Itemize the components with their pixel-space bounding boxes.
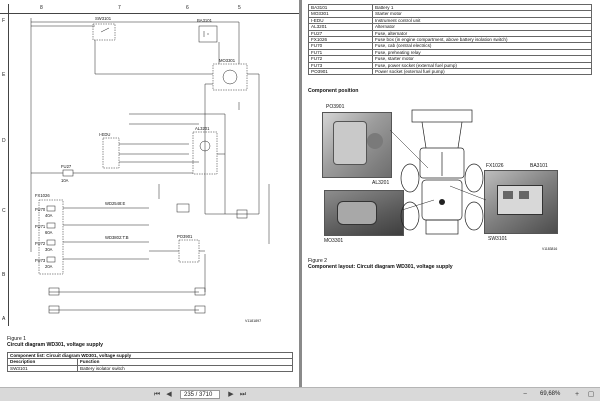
ba3101-label: BA3101 — [197, 18, 213, 23]
left-page: 8 7 6 5 F E D C B A SW3101 BA3101 MO3301… — [0, 0, 299, 387]
iedu-label: I-EDU — [99, 132, 110, 137]
component-list-table: Component list: Circuit diagram WD301, v… — [7, 351, 293, 373]
table-row: SW3101 Battery isolator switch — [7, 364, 293, 373]
table-cell: SW3101 — [7, 364, 78, 373]
fu71-label: FU71 — [35, 224, 46, 229]
first-page-button[interactable]: ⏮ — [152, 390, 162, 399]
fu27-label: FU27 — [61, 164, 72, 169]
row-label: A — [2, 316, 6, 322]
fit-page-icon[interactable]: ▢ — [586, 390, 596, 399]
mo3301-label: MO3301 — [219, 58, 236, 63]
label-po3901: PO3901 — [326, 104, 345, 110]
label-ba3101: BA3101 — [530, 163, 548, 169]
column-reference-bar: 8 7 6 5 — [0, 4, 299, 14]
row-label: D — [2, 138, 6, 144]
figure-1-caption: Figure 1 Circuit diagram WD301, voltage … — [7, 336, 103, 348]
right-page: BA3101 Battery 1 MO3301 Starter motor I-EDU I… — [302, 0, 600, 387]
row-label: C — [2, 208, 6, 214]
fu70-rating: 40A — [45, 213, 53, 218]
column-label: 8 — [40, 5, 43, 11]
last-page-button[interactable]: ⏭ — [238, 390, 248, 399]
po3901-label: PO3901 — [177, 234, 193, 239]
zoom-level[interactable]: 69,68% — [540, 390, 560, 399]
figure-title: Component layout: Circuit diagram WD301,… — [308, 264, 453, 270]
circuit-diagram: SW3101 BA3101 MO3301 I-EDU AL3201 FU27 1… — [30, 16, 270, 323]
fx1026-label: FX1026 — [35, 193, 50, 198]
table-cell: Battery isolator switch — [77, 364, 293, 373]
wd3802-label: WD3802:T:B — [105, 235, 129, 240]
fu73-label: FU73 — [35, 258, 46, 263]
label-mo3301: MO3301 — [324, 238, 344, 244]
status-bar: ⏮ ◀ 235 / 3710 ▶ ⏭ − 69,68% + ▢ — [0, 387, 600, 401]
figure-code: V1181897 — [245, 319, 261, 323]
zoom-out-icon[interactable]: − — [520, 390, 530, 399]
fu27-rating: 10A — [61, 178, 69, 183]
fu73-rating: 20A — [45, 264, 53, 269]
figure-2-caption: Figure 2 Component layout: Circuit diagr… — [308, 258, 453, 270]
label-al3201: AL3201 — [372, 180, 390, 186]
previous-page-button[interactable]: ◀ — [164, 390, 174, 399]
label-sw3101: SW3101 — [488, 236, 508, 242]
leader-lines — [389, 129, 487, 211]
photo-code: V1183816 — [542, 247, 558, 251]
page-number-field[interactable]: 235 / 3710 — [180, 390, 220, 399]
row-label: F — [2, 18, 6, 24]
figure-title: Circuit diagram WD301, voltage supply — [7, 342, 103, 348]
label-fx1026: FX1026 — [486, 163, 504, 169]
column-label: 5 — [238, 5, 241, 11]
column-label: 7 — [118, 5, 121, 11]
al3201-label: AL3201 — [195, 126, 210, 131]
wd2548-label: WD2548:E — [105, 201, 125, 206]
row-label: B — [2, 272, 6, 278]
zoom-in-icon[interactable]: + — [572, 390, 582, 399]
sw3101-label: SW3101 — [95, 16, 112, 21]
fu72-rating: 30A — [45, 247, 53, 252]
next-page-button[interactable]: ▶ — [226, 390, 236, 399]
fu72-label: FU72 — [35, 241, 46, 246]
fu71-rating: 60A — [45, 230, 53, 235]
row-label: E — [2, 72, 6, 78]
column-label: 6 — [186, 5, 189, 11]
document-viewer: 8 7 6 5 F E D C B A SW3101 BA3101 MO3301… — [0, 0, 600, 401]
fu70-label: FU70 — [35, 207, 46, 212]
